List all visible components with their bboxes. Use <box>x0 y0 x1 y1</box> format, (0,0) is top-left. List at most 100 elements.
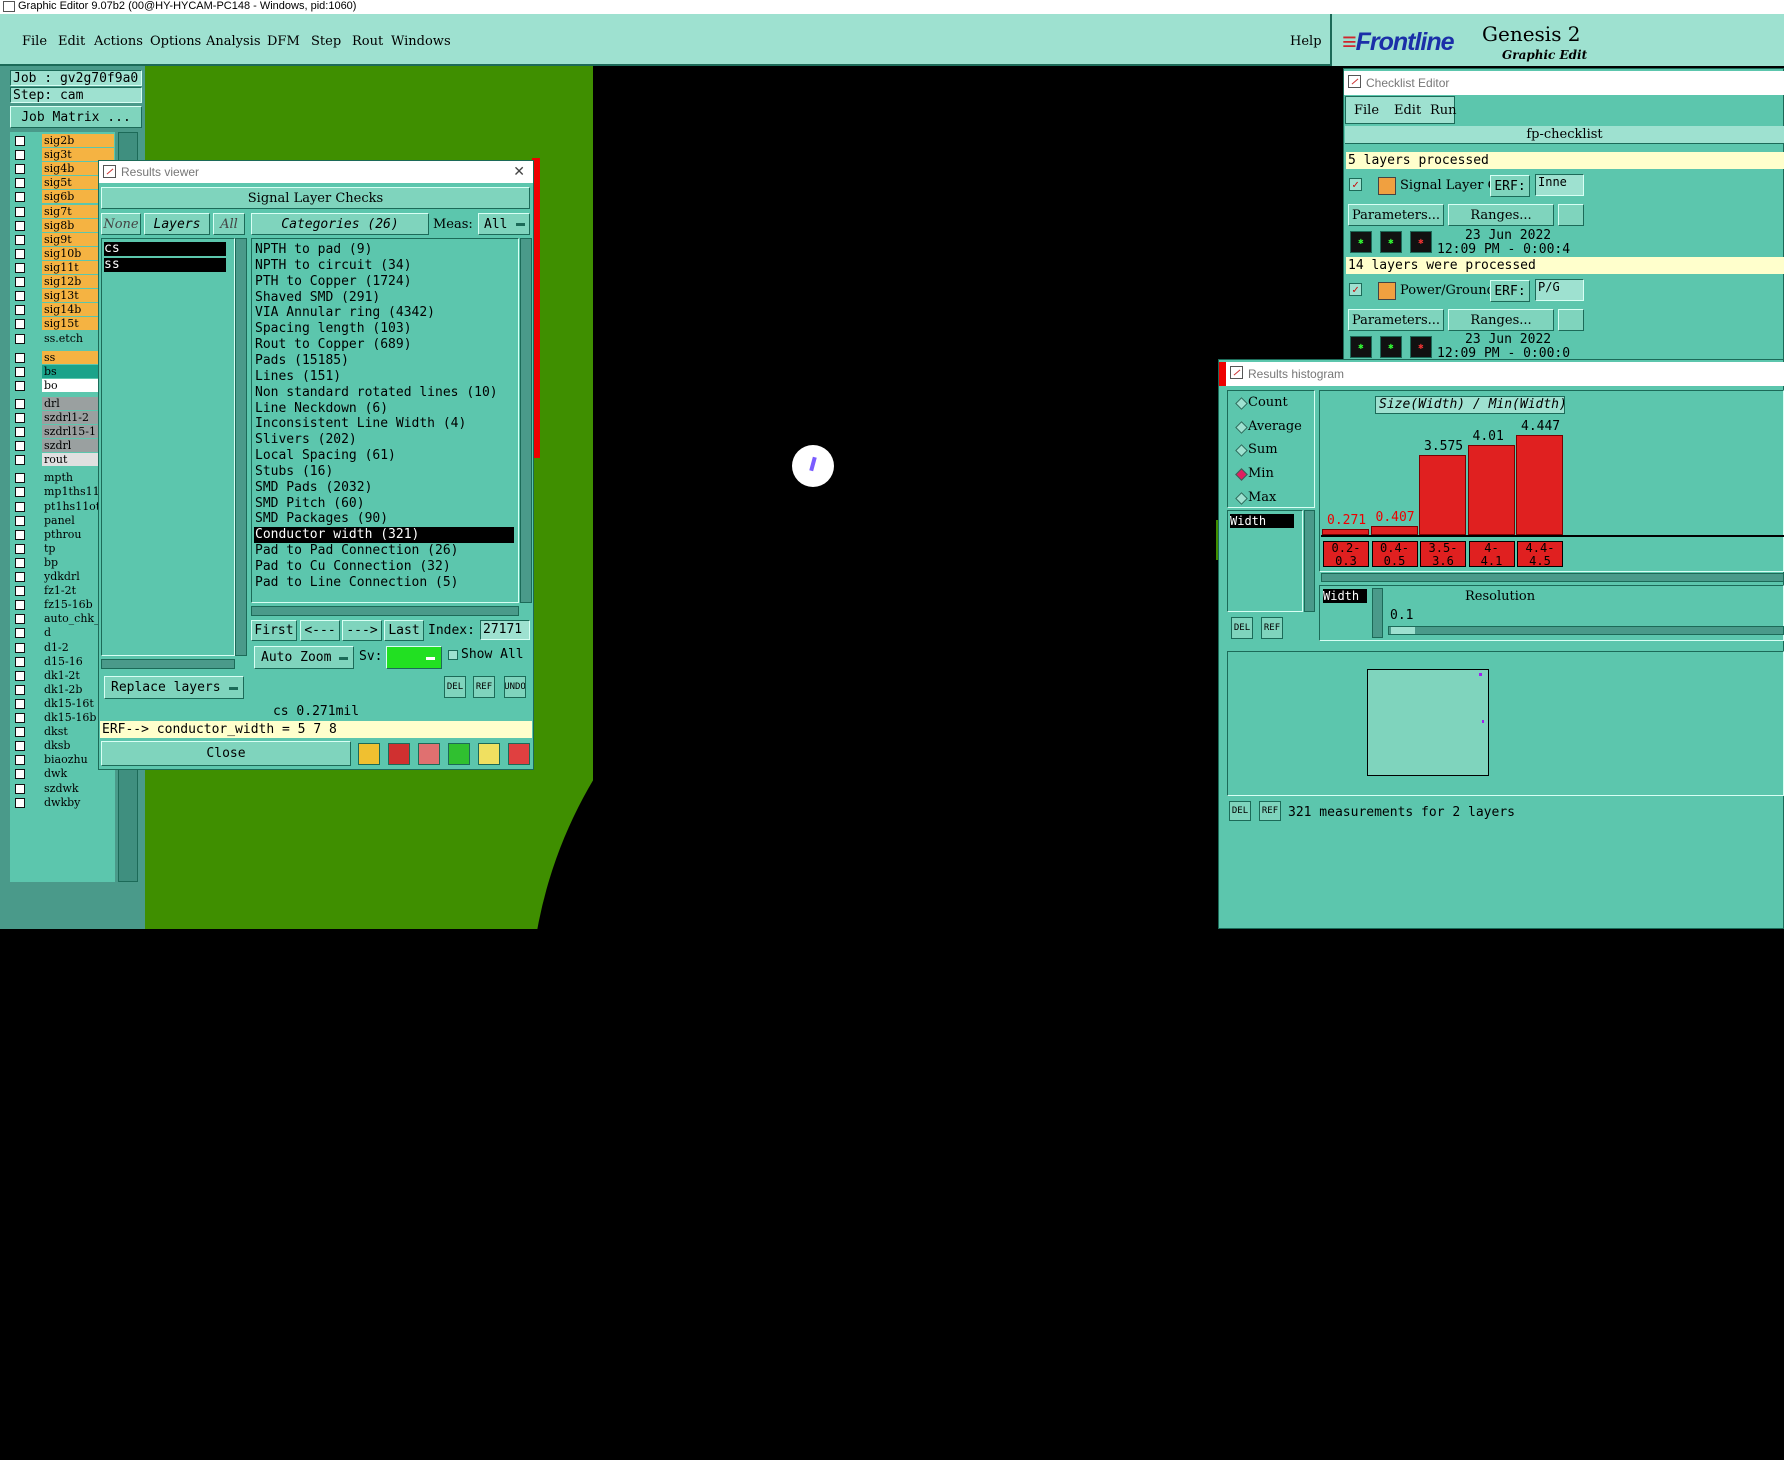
layer-checkbox[interactable] <box>15 727 25 738</box>
replace-layers-select[interactable]: Replace layers <box>104 676 244 699</box>
category-scrollbar[interactable] <box>520 238 532 603</box>
histogram-bar[interactable] <box>1467 444 1515 535</box>
histogram-field-item[interactable]: Width <box>1230 514 1294 528</box>
layer-checkbox[interactable] <box>15 334 25 345</box>
menu-step[interactable]: Step <box>311 34 341 49</box>
layer-checkbox[interactable] <box>15 412 25 423</box>
mode-min-radio[interactable]: Min <box>1232 464 1302 484</box>
category-item[interactable]: Pad to Pad Connection (26) <box>254 543 514 559</box>
layer-checkbox[interactable] <box>15 248 25 259</box>
category-item[interactable]: Line Neckdown (6) <box>254 401 514 417</box>
checklist-menu-run[interactable]: Run <box>1430 103 1457 118</box>
resolution-slider[interactable] <box>1388 626 1784 635</box>
layer-checkbox[interactable] <box>15 366 25 377</box>
menu-windows[interactable]: Windows <box>391 34 451 49</box>
layers-button[interactable]: Layers <box>144 213 210 235</box>
footer-del-icon[interactable]: DEL <box>1229 801 1251 821</box>
layer-checkbox[interactable] <box>15 164 25 175</box>
check-item-1-erf[interactable]: ERF: <box>1490 175 1530 197</box>
histogram-ref-icon[interactable]: REF <box>1261 617 1283 639</box>
layer-checkbox[interactable] <box>15 783 25 794</box>
category-item[interactable]: Conductor width (321) <box>254 527 514 544</box>
layer-row[interactable]: szdwk <box>10 781 115 796</box>
layer-checkbox[interactable] <box>15 642 25 653</box>
category-item[interactable]: SMD Pads (2032) <box>254 480 514 496</box>
category-item[interactable]: Inconsistent Line Width (4) <box>254 416 514 432</box>
layer-checkbox[interactable] <box>15 398 25 409</box>
layer-checkbox[interactable] <box>15 755 25 766</box>
layer-checkbox[interactable] <box>15 277 25 287</box>
layer-checkbox[interactable] <box>15 441 25 452</box>
signal-layer-checks-header[interactable]: Signal Layer Checks <box>101 187 530 209</box>
category-hscroll[interactable] <box>251 606 519 616</box>
layer-list-item[interactable]: cs <box>104 242 226 256</box>
layer-checkbox[interactable] <box>15 380 25 391</box>
job-matrix-button[interactable]: Job Matrix ... <box>10 106 142 128</box>
meas-select[interactable]: All <box>478 213 530 235</box>
tool-icon-2[interactable] <box>388 743 410 765</box>
category-item[interactable]: VIA Annular ring (4342) <box>254 305 514 321</box>
layer-checkbox[interactable] <box>15 698 25 709</box>
layer-checkbox[interactable] <box>15 291 25 302</box>
histogram-bar[interactable] <box>1419 454 1466 535</box>
checklist-menu-file[interactable]: File <box>1354 103 1379 118</box>
histogram-bar[interactable] <box>1322 528 1369 535</box>
menu-file[interactable]: File <box>22 34 47 49</box>
layer-name[interactable]: sig2b <box>42 134 114 147</box>
category-item[interactable]: Slivers (202) <box>254 432 514 448</box>
mode-count-radio[interactable]: Count <box>1232 393 1302 413</box>
tool-icon-3[interactable] <box>418 743 440 765</box>
histogram-field-scrollbar[interactable] <box>1372 588 1383 638</box>
all-button[interactable]: All <box>213 213 245 235</box>
help-menu[interactable]: Help <box>1290 34 1322 49</box>
del-icon[interactable]: DEL <box>444 676 466 698</box>
layer-row[interactable]: sig2b <box>10 134 115 148</box>
category-item[interactable]: Stubs (16) <box>254 464 514 480</box>
category-item[interactable]: Pads (15185) <box>254 353 514 369</box>
layer-row[interactable]: dwkby <box>10 795 115 810</box>
sv-color-select[interactable] <box>386 646 442 669</box>
layer-checkbox[interactable] <box>15 572 25 582</box>
check-item-1-erf-value[interactable]: Inne <box>1535 174 1584 196</box>
category-item[interactable]: NPTH to pad (9) <box>254 242 514 258</box>
tool-icon-1[interactable] <box>358 743 380 765</box>
tool-icon-4[interactable] <box>448 743 470 765</box>
run-icon[interactable]: ✱ <box>1380 231 1402 253</box>
layer-checkbox[interactable] <box>15 769 25 780</box>
run-icon[interactable]: ✱ <box>1410 231 1432 253</box>
layer-checkbox[interactable] <box>15 262 25 273</box>
menu-rout[interactable]: Rout <box>352 34 383 49</box>
ranges-button-2[interactable]: Ranges... <box>1448 309 1554 331</box>
categories-button[interactable]: Categories (26) <box>251 213 429 235</box>
layer-checkbox[interactable] <box>15 487 25 498</box>
menu-dfm[interactable]: DFM <box>267 34 300 49</box>
layer-name[interactable]: dwkby <box>42 795 114 809</box>
layer-checkbox[interactable] <box>15 628 25 639</box>
layer-checkbox[interactable] <box>15 234 25 245</box>
prev-button[interactable]: <--- <box>300 620 340 641</box>
layer-list-item[interactable]: ss <box>104 258 226 272</box>
layer-checkbox[interactable] <box>15 455 25 466</box>
layer-list-hscroll[interactable] <box>101 659 235 669</box>
histogram-bar[interactable] <box>1370 525 1418 535</box>
category-item[interactable]: Local Spacing (61) <box>254 448 514 464</box>
layer-checkbox[interactable] <box>15 557 25 568</box>
histogram-hscroll[interactable] <box>1321 573 1784 582</box>
layer-checkbox[interactable] <box>15 352 25 363</box>
layer-checkbox[interactable] <box>15 150 25 161</box>
mode-sum-radio[interactable]: Sum <box>1232 440 1302 460</box>
category-item[interactable]: Shaved SMD (291) <box>254 290 514 306</box>
undo-icon[interactable]: UNDO <box>504 676 526 698</box>
layer-checkbox[interactable] <box>15 206 25 217</box>
index-input[interactable]: 27171 <box>480 620 530 640</box>
menu-actions[interactable]: Actions <box>94 34 143 49</box>
parameters-button-2[interactable]: Parameters... <box>1348 309 1444 331</box>
layer-checkbox[interactable] <box>15 586 25 597</box>
check-item-2-erf-value[interactable]: P/G <box>1535 279 1584 301</box>
layer-checkbox[interactable] <box>15 741 25 752</box>
layer-checkbox[interactable] <box>15 319 25 330</box>
layer-checkbox[interactable] <box>15 501 25 512</box>
tool-icon-5[interactable] <box>478 743 500 765</box>
layer-checkbox[interactable] <box>15 178 25 189</box>
zoom-select[interactable]: Auto Zoom <box>254 646 354 669</box>
